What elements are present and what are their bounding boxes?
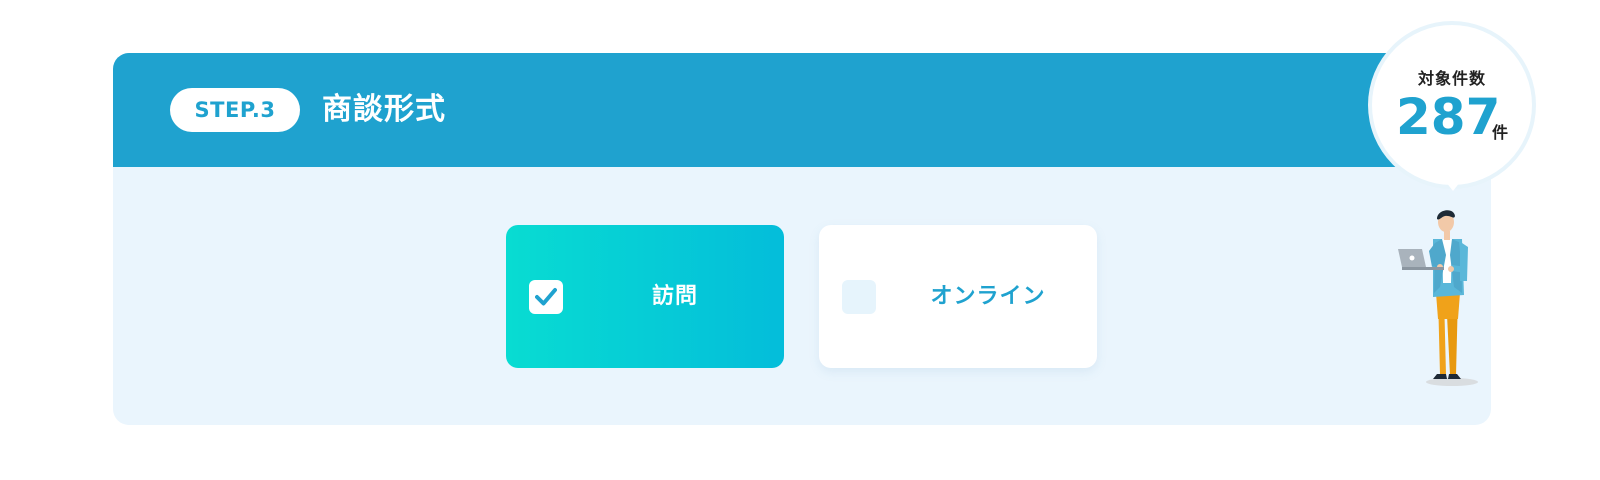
step-badge: STEP.3 — [170, 88, 300, 132]
option-visit-label: 訪問 — [651, 284, 698, 309]
person-with-laptop-illustration — [1396, 207, 1492, 392]
online-checkbox[interactable] — [842, 280, 876, 314]
bubble-tail — [1442, 177, 1464, 191]
count-label: 対象件数 — [1417, 69, 1486, 88]
step-card: STEP.3 商談形式 訪問 オンライン — [113, 53, 1491, 425]
option-online-label: オンライン — [930, 284, 1046, 309]
option-visit[interactable]: 訪問 — [506, 225, 784, 368]
step-title: 商談形式 — [322, 92, 446, 127]
option-online[interactable]: オンライン — [819, 225, 1097, 368]
check-icon — [535, 288, 557, 306]
step-header: STEP.3 商談形式 — [113, 53, 1491, 167]
count-number: 287 — [1396, 88, 1501, 146]
visit-checkbox[interactable] — [529, 280, 563, 314]
count-unit: 件 — [1492, 123, 1509, 142]
target-count-bubble: 対象件数 287 件 — [1372, 25, 1532, 191]
